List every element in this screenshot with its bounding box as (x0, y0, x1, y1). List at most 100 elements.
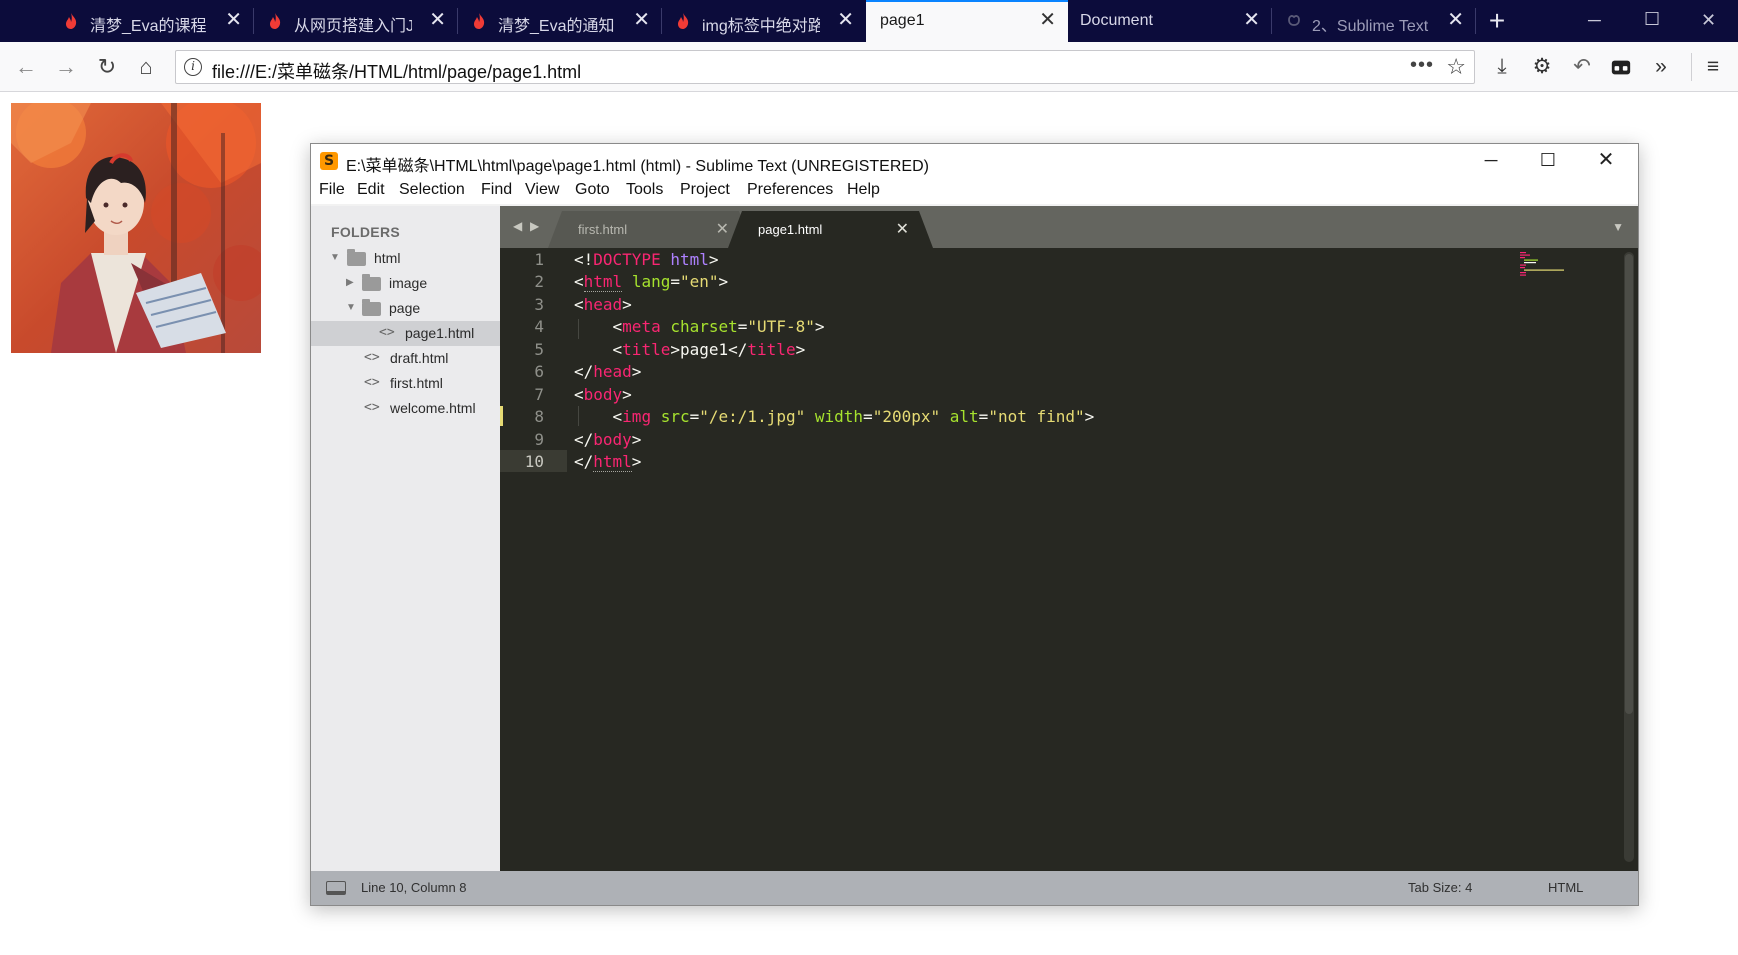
tree-label: page1.html (405, 325, 475, 341)
browser-tab[interactable]: 清梦_Eva的课程 ✕ (50, 0, 254, 42)
tree-file-page1[interactable]: <> page1.html (311, 321, 500, 346)
editor-tab-page1[interactable]: page1.html ✕ (728, 211, 933, 248)
menu-edit[interactable]: Edit (357, 181, 385, 199)
tree-label: image (389, 275, 428, 291)
cursor-position[interactable]: Line 10, Column 8 (361, 880, 467, 895)
page-actions-button[interactable]: ••• (1410, 54, 1434, 77)
syntax-indicator[interactable]: HTML (1548, 880, 1583, 895)
tree-label: draft.html (390, 350, 449, 366)
scrollbar-thumb[interactable] (1625, 254, 1633, 714)
forward-button[interactable]: → (53, 54, 79, 80)
reload-button[interactable]: ↻ (94, 54, 120, 80)
code-line-5[interactable]: <title>page1</title> (574, 340, 806, 362)
tab-close-button[interactable]: ✕ (1447, 9, 1464, 31)
vertical-scrollbar[interactable] (1624, 252, 1634, 862)
flame-icon (474, 13, 485, 29)
tree-file-first[interactable]: <> first.html (311, 371, 500, 396)
minimap[interactable] (1518, 250, 1578, 280)
menu-project[interactable]: Project (680, 181, 730, 199)
menu-file[interactable]: File (319, 181, 345, 199)
menu-view[interactable]: View (525, 181, 559, 199)
tab-prev-arrow-icon[interactable]: ◀ (513, 219, 522, 233)
portrait-illustration-icon (11, 103, 261, 353)
browser-tab[interactable]: 2、Sublime Text 3 ✕ (1272, 0, 1476, 42)
maximize-icon[interactable]: ☐ (1644, 9, 1660, 29)
line-number: 2 (534, 272, 544, 291)
menu-goto[interactable]: Goto (575, 181, 610, 199)
code-line-10[interactable]: </html> (574, 452, 641, 474)
hamburger-menu-icon[interactable]: ≡ (1700, 54, 1726, 80)
window-title: E:\菜单磁条\HTML\html\page\page1.html (html)… (346, 158, 929, 175)
tree-folder-image[interactable]: ▶ image (311, 271, 500, 296)
minimize-icon[interactable]: ─ (1588, 10, 1601, 30)
maximize-icon[interactable]: ☐ (1533, 148, 1563, 172)
panel-toggle-icon[interactable] (326, 881, 346, 895)
tab-title: Document (1080, 12, 1153, 29)
tab-next-arrow-icon[interactable]: ▶ (530, 219, 539, 233)
line-number: 10 (524, 452, 544, 471)
tab-list-dropdown-icon[interactable]: ▼ (1612, 220, 1624, 234)
url-text[interactable]: file:///E:/菜单磁条/HTML/html/page/page1.htm… (212, 58, 581, 84)
tree-folder-page[interactable]: ▼ page (311, 296, 500, 321)
code-line-7[interactable]: <body> (574, 385, 632, 407)
tab-close-button[interactable]: ✕ (837, 9, 854, 31)
menu-preferences[interactable]: Preferences (747, 181, 833, 199)
undo-arrow-icon[interactable]: ↶ (1569, 54, 1595, 80)
code-line-3[interactable]: <head> (574, 295, 632, 317)
close-window-icon[interactable]: ✕ (1701, 10, 1716, 30)
browser-tab[interactable]: 清梦_Eva的通知 ✕ (458, 0, 662, 42)
menu-selection[interactable]: Selection (399, 181, 465, 199)
expanded-arrow-icon[interactable]: ▼ (330, 252, 340, 263)
minimize-icon[interactable]: ─ (1476, 148, 1506, 172)
tab-close-button[interactable]: ✕ (225, 9, 242, 31)
code-line-8[interactable]: <img src="/e:/1.jpg" width="200px" alt="… (574, 407, 1095, 429)
line-number: 9 (534, 430, 544, 449)
collapsed-arrow-icon[interactable]: ▶ (346, 277, 354, 288)
code-file-icon: <> (364, 400, 380, 415)
code-line-2[interactable]: <html lang="en"> (574, 272, 728, 294)
tab-close-button[interactable]: ✕ (633, 9, 650, 31)
code-line-4[interactable]: <meta charset="UTF-8"> (574, 317, 825, 339)
tree-folder-html[interactable]: ▼ html (311, 246, 500, 271)
settings-gear-icon[interactable]: ⚙ (1529, 54, 1555, 80)
downloads-icon[interactable]: ⤓ (1489, 54, 1515, 80)
browser-navbar: ← → ↻ ⌂ i file:///E:/菜单磁条/HTML/html/page… (0, 42, 1738, 92)
line-number: 6 (534, 362, 544, 381)
browser-tab[interactable]: Document ✕ (1068, 0, 1272, 42)
tab-close-button[interactable]: ✕ (1039, 9, 1056, 31)
expanded-arrow-icon[interactable]: ▼ (346, 302, 356, 313)
line-number: 7 (534, 385, 544, 404)
tab-close-icon[interactable]: ✕ (896, 219, 909, 239)
menu-tools[interactable]: Tools (626, 181, 663, 199)
tab-size-indicator[interactable]: Tab Size: 4 (1408, 880, 1472, 895)
bookmark-star-icon[interactable]: ☆ (1446, 54, 1466, 80)
code-line-9[interactable]: </body> (574, 430, 641, 452)
code-line-1[interactable]: <!DOCTYPE html> (574, 250, 719, 272)
code-line-6[interactable]: </head> (574, 362, 641, 384)
overflow-chevron-icon[interactable]: » (1648, 54, 1674, 80)
line-number-gutter: 1 2 3 4 5 6 7 8 9 10 (500, 248, 570, 871)
sublime-menu-bar: File Edit Selection Find View Goto Tools… (311, 176, 1638, 204)
back-button[interactable]: ← (13, 54, 39, 80)
editor-tab-first[interactable]: first.html ✕ (548, 211, 753, 248)
tab-close-icon[interactable]: ✕ (716, 219, 729, 239)
folder-open-icon (347, 249, 366, 266)
menu-help[interactable]: Help (847, 181, 880, 199)
close-window-icon[interactable]: ✕ (1591, 148, 1621, 172)
tab-close-button[interactable]: ✕ (429, 9, 446, 31)
new-tab-button[interactable]: + (1484, 6, 1510, 36)
home-button[interactable]: ⌂ (133, 54, 159, 80)
tree-file-draft[interactable]: <> draft.html (311, 346, 500, 371)
browser-tab-active[interactable]: page1 ✕ (866, 0, 1068, 42)
tab-title: page1 (880, 12, 925, 29)
private-mask-icon[interactable] (1608, 54, 1634, 80)
tab-close-button[interactable]: ✕ (1243, 9, 1260, 31)
tree-file-welcome[interactable]: <> welcome.html (311, 396, 500, 421)
browser-tab[interactable]: 从网页搭建入门JavaScript ✕ (254, 0, 458, 42)
browser-tab[interactable]: img标签中绝对路径 ✕ (662, 0, 866, 42)
info-icon[interactable]: i (184, 58, 202, 76)
tree-label: first.html (390, 375, 443, 391)
code-file-icon: <> (379, 325, 395, 340)
url-bar[interactable]: i file:///E:/菜单磁条/HTML/html/page/page1.h… (175, 50, 1475, 84)
menu-find[interactable]: Find (481, 181, 512, 199)
